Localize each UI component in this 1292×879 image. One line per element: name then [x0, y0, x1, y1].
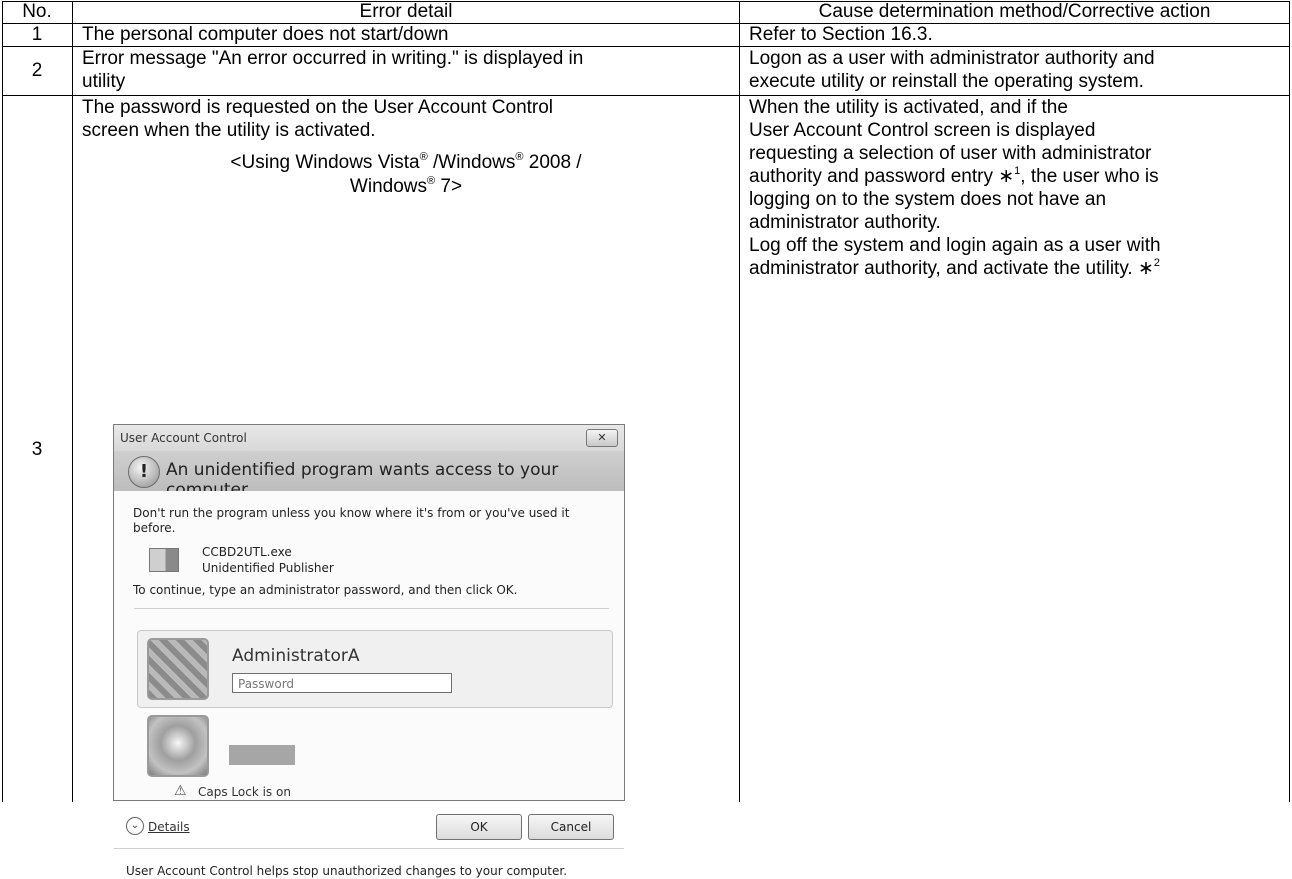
row3-action-line2: User Account Control screen is displayed	[749, 120, 1096, 141]
note-mark-2: ∗	[1137, 258, 1154, 279]
program-icon	[149, 548, 179, 572]
warning-line2: before.	[133, 521, 176, 535]
row3-caption-line2: Windows® 7>	[349, 174, 463, 197]
program-name: CCBD2UTL.exe	[202, 545, 292, 559]
row1-no: 1	[31, 24, 43, 45]
row2-no: 2	[31, 60, 43, 81]
row2-action-line2: execute utility or reinstall the operati…	[749, 71, 1144, 92]
row2-detail-line1: Error message "An error occurred in writ…	[82, 48, 584, 69]
cancel-button[interactable]: Cancel	[528, 814, 614, 840]
password-input[interactable]: Password	[232, 673, 452, 693]
uac-body: Don't run the program unless you know wh…	[114, 491, 624, 878]
footer-divider	[114, 848, 624, 849]
warning-triangle-icon: ⚠	[174, 783, 187, 799]
row3-action-line8: administrator authority, and activate th…	[749, 256, 1161, 279]
row3-action-line5: logging on to the system does not have a…	[749, 189, 1107, 210]
uac-banner: ! An unidentified program wants access t…	[114, 451, 624, 500]
header-corrective-action: Cause determination method/Corrective ac…	[818, 1, 1211, 22]
uac-title: User Account Control	[120, 431, 247, 445]
row2-detail-line2: utility	[82, 71, 126, 92]
header-no: No.	[22, 1, 52, 22]
flower-avatar-icon[interactable]	[147, 715, 209, 777]
uac-footer: User Account Control helps stop unauthor…	[126, 864, 568, 878]
note-mark-1: ∗	[998, 166, 1015, 187]
row3-no: 3	[31, 439, 43, 460]
row1-action: Refer to Section 16.3.	[749, 24, 933, 45]
divider	[134, 608, 609, 609]
chevron-down-icon[interactable]: ⌄	[126, 817, 144, 835]
row3-action-line1: When the utility is activated, and if th…	[749, 97, 1068, 118]
note-number-2: 2	[1153, 256, 1161, 269]
publisher: Unidentified Publisher	[202, 561, 334, 575]
row1-detail: The personal computer does not start/dow…	[82, 24, 449, 45]
row3-detail-line2: screen when the utility is activated.	[82, 120, 376, 141]
header-error-detail: Error detail	[359, 1, 453, 22]
warning-line1: Don't run the program unless you know wh…	[133, 506, 570, 520]
close-button[interactable]: ✕	[586, 429, 618, 447]
row3-action-line7: Log off the system and login again as a …	[749, 235, 1161, 256]
caps-lock-message: Caps Lock is on	[198, 785, 291, 799]
row3-action-line3: requesting a selection of user with admi…	[749, 143, 1152, 164]
row3-action-line6: administrator authority.	[749, 212, 941, 233]
row3-detail-line1: The password is requested on the User Ac…	[82, 97, 554, 118]
uac-title-bar: User Account Control ✕	[114, 425, 624, 451]
ok-button[interactable]: OK	[436, 814, 522, 840]
row3-action-line4: authority and password entry ∗1, the use…	[749, 164, 1159, 187]
details-link[interactable]: Details	[148, 820, 190, 834]
shield-icon: !	[128, 456, 160, 488]
robot-avatar-icon	[147, 638, 209, 700]
note-number-1: 1	[1014, 164, 1021, 177]
row2-action-line1: Logon as a user with administrator autho…	[749, 48, 1155, 69]
row3-caption-line1: <Using Windows Vista® /Windows® 2008 /	[230, 150, 582, 173]
uac-dialog: User Account Control ✕ ! An unidentified…	[113, 424, 625, 878]
instruction: To continue, type an administrator passw…	[133, 583, 518, 597]
redacted-user-name	[229, 745, 295, 765]
user-name: AdministratorA	[232, 646, 360, 666]
